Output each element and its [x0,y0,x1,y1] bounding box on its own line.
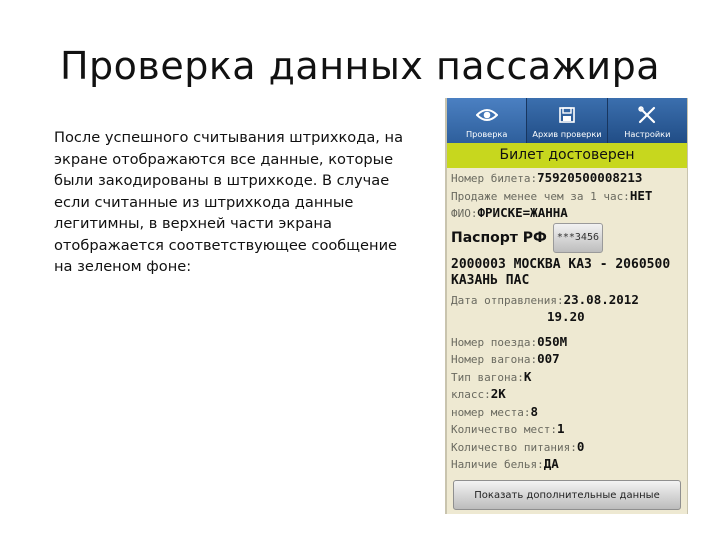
ticket-number-value: 75920500008213 [537,170,643,185]
eye-icon [475,105,498,125]
fio-label: ФИО: [451,207,478,220]
tools-icon [638,105,656,125]
sold-within-hour-row: Продаже менее чем за 1 час:НЕТ [447,186,687,204]
app-screen: Проверка Архив проверки Настройки Билет … [445,98,688,514]
field-label: Наличие белья: [451,458,544,471]
field-label: Количество мест: [451,423,557,436]
passport-label: Паспорт РФ [451,229,547,246]
fio-value: ФРИСКЕ=ЖАННА [477,205,568,220]
field-value: 0 [576,438,585,454]
tab-bar: Проверка Архив проверки Настройки [447,98,687,143]
field-row: Количество мест:1 [447,419,687,437]
field-label: Номер вагона: [451,353,538,366]
departure-date-label: Дата отправления: [451,293,564,307]
slide-title: Проверка данных пассажира [59,44,660,88]
field-value: 050М [537,333,568,349]
tab-archive-label: Архив проверки [532,129,602,139]
tab-archive[interactable]: Архив проверки [527,98,608,143]
field-value: К [523,368,532,384]
field-row: Номер вагона:007 [447,349,687,367]
passport-number-button[interactable]: ***3456 [552,222,603,253]
slide-description: После успешного считывания штрихкода, на… [54,129,404,275]
field-label: номер места: [451,405,531,419]
passport-row: Паспорт РФ ***3456 [447,221,687,255]
tab-settings[interactable]: Настройки [608,98,687,143]
tab-check[interactable]: Проверка [447,98,528,143]
departure-date-row: Дата отправления:23.08.2012 [447,291,687,309]
field-row: Номер поезда:050М [447,332,687,350]
field-row: номер места:8 [447,402,687,420]
field-value: 1 [556,421,565,436]
ticket-number-row: Номер билета:75920500008213 [447,168,687,186]
field-label: класс: [451,388,491,401]
sold-within-hour-value: НЕТ [629,187,653,203]
fio-row: ФИО:ФРИСКЕ=ЖАННА [447,203,687,221]
tab-check-label: Проверка [465,129,508,139]
show-more-button[interactable]: Показать дополнительные данные [453,480,681,510]
field-value: 007 [537,351,560,366]
departure-time-value: 19.20 [547,308,585,324]
field-label: Количество питания: [451,440,577,454]
field-value: 2К [490,386,506,401]
field-label: Тип вагона: [451,370,524,384]
field-row: Тип вагона:К [447,367,687,385]
field-value: 8 [530,403,539,419]
field-row: класс:2К [447,384,687,402]
status-banner: Билет достоверен [447,143,687,168]
floppy-disk-icon [559,105,575,125]
departure-date-value: 23.08.2012 [563,291,639,307]
field-value: ДА [543,456,559,471]
field-label: Номер поезда: [451,335,538,349]
field-row: Количество питания:0 [447,437,687,455]
field-row: Наличие белья:ДА [447,454,687,472]
sold-within-hour-label: Продаже менее чем за 1 час: [451,189,630,203]
route-text: 2000003 МОСКВА КАЗ - 2060500 КАЗАНЬ ПАС [451,256,671,288]
tab-settings-label: Настройки [624,129,671,139]
ticket-number-label: Номер билета: [451,172,538,185]
